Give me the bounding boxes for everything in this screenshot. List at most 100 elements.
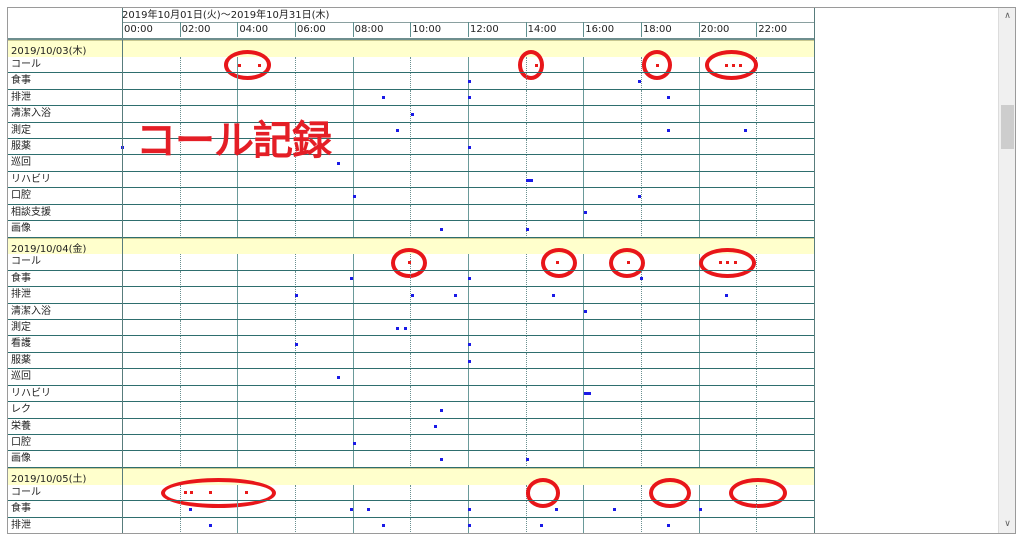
- hour-gridline: [640, 451, 642, 468]
- header-tick-line: [698, 22, 700, 37]
- hour-gridline: [410, 204, 412, 222]
- hour-gridline: [640, 320, 642, 337]
- event-marker[interactable]: [526, 227, 530, 231]
- hour-gridline: [237, 517, 239, 533]
- time-tick-label: 12:00: [469, 24, 499, 35]
- hour-gridline: [698, 352, 700, 370]
- event-marker[interactable]: [540, 524, 544, 528]
- hour-gridline: [410, 155, 412, 172]
- event-marker[interactable]: [337, 376, 341, 380]
- row-divider: [8, 533, 814, 534]
- timeline-window: 2019年10月01日(火)～2019年10月31日(木) 00:00 02:00…: [7, 7, 1016, 534]
- event-marker[interactable]: [724, 293, 728, 297]
- event-marker[interactable]: [583, 211, 587, 215]
- event-marker[interactable]: [468, 277, 472, 281]
- hour-gridline: [352, 155, 354, 172]
- hour-gridline: [698, 155, 700, 172]
- hour-gridline: [640, 501, 642, 518]
- event-marker[interactable]: [468, 145, 472, 149]
- event-marker[interactable]: [439, 408, 443, 412]
- event-marker[interactable]: [612, 507, 616, 511]
- hour-gridline: [237, 303, 239, 321]
- hour-gridline: [237, 451, 239, 468]
- event-marker[interactable]: [337, 162, 341, 166]
- header-tick-line: [352, 22, 354, 37]
- time-tick-label: 06:00: [296, 24, 326, 35]
- event-marker[interactable]: [699, 507, 703, 511]
- hour-gridline: [756, 402, 758, 419]
- event-marker[interactable]: [468, 343, 472, 347]
- hour-gridline: [179, 89, 181, 107]
- hour-gridline: [467, 171, 469, 189]
- hour-gridline: [467, 451, 469, 468]
- event-marker[interactable]: [453, 293, 457, 297]
- event-marker[interactable]: [439, 458, 443, 462]
- event-marker[interactable]: [743, 129, 747, 133]
- event-marker[interactable]: [403, 326, 407, 330]
- event-marker[interactable]: [526, 458, 530, 462]
- event-marker[interactable]: [381, 96, 385, 100]
- hour-gridline: [640, 385, 642, 403]
- event-marker[interactable]: [367, 507, 371, 511]
- hour-gridline: [698, 320, 700, 337]
- hour-gridline: [640, 517, 642, 533]
- event-marker[interactable]: [638, 194, 642, 198]
- hour-gridline: [525, 73, 527, 90]
- hour-gridline: [525, 303, 527, 321]
- row-label: 栄養: [11, 420, 31, 432]
- hour-gridline: [410, 270, 412, 288]
- event-marker[interactable]: [295, 343, 299, 347]
- event-marker[interactable]: [433, 425, 437, 429]
- event-marker[interactable]: [526, 178, 534, 182]
- event-marker[interactable]: [410, 112, 414, 116]
- hour-gridline: [583, 435, 585, 452]
- event-marker[interactable]: [554, 507, 558, 511]
- hour-gridline: [756, 204, 758, 222]
- time-tick-label: 14:00: [527, 24, 557, 35]
- hour-gridline: [525, 418, 527, 436]
- row-label: 看護: [11, 338, 31, 350]
- event-marker[interactable]: [410, 293, 414, 297]
- event-marker[interactable]: [350, 277, 354, 281]
- hour-gridline: [179, 303, 181, 321]
- hour-gridline: [583, 352, 585, 370]
- event-marker[interactable]: [667, 129, 671, 133]
- hour-gridline: [179, 352, 181, 370]
- event-marker[interactable]: [583, 310, 587, 314]
- event-marker[interactable]: [638, 79, 642, 83]
- row-label: 測定: [11, 322, 31, 334]
- vertical-scrollbar[interactable]: ∧ ∨: [998, 8, 1015, 533]
- hour-gridline: [294, 254, 296, 271]
- hour-gridline: [640, 287, 642, 304]
- event-marker[interactable]: [353, 441, 357, 445]
- event-marker[interactable]: [468, 96, 472, 100]
- event-marker[interactable]: [208, 524, 212, 528]
- row-label: コール: [11, 58, 41, 70]
- event-marker[interactable]: [396, 326, 400, 330]
- scroll-up-arrow-icon[interactable]: ∧: [999, 8, 1015, 25]
- event-marker[interactable]: [188, 507, 192, 511]
- event-marker[interactable]: [667, 524, 671, 528]
- event-marker[interactable]: [468, 359, 472, 363]
- hour-gridline: [179, 204, 181, 222]
- event-marker[interactable]: [639, 277, 643, 281]
- row-label: 排泄: [11, 91, 31, 103]
- event-marker[interactable]: [667, 96, 671, 100]
- scroll-down-arrow-icon[interactable]: ∨: [999, 516, 1015, 533]
- event-marker[interactable]: [468, 524, 472, 528]
- event-marker[interactable]: [468, 79, 472, 83]
- event-marker[interactable]: [381, 524, 385, 528]
- scrollbar-thumb[interactable]: [1001, 105, 1014, 149]
- event-marker[interactable]: [439, 227, 443, 231]
- event-marker[interactable]: [350, 507, 354, 511]
- event-marker[interactable]: [353, 194, 357, 198]
- event-marker[interactable]: [468, 507, 472, 511]
- event-marker[interactable]: [396, 129, 400, 133]
- hour-gridline: [179, 254, 181, 271]
- hour-gridline: [294, 320, 296, 337]
- hour-gridline: [756, 451, 758, 468]
- event-marker[interactable]: [583, 392, 591, 396]
- hour-gridline: [698, 418, 700, 436]
- event-marker[interactable]: [295, 293, 299, 297]
- event-marker[interactable]: [552, 293, 555, 297]
